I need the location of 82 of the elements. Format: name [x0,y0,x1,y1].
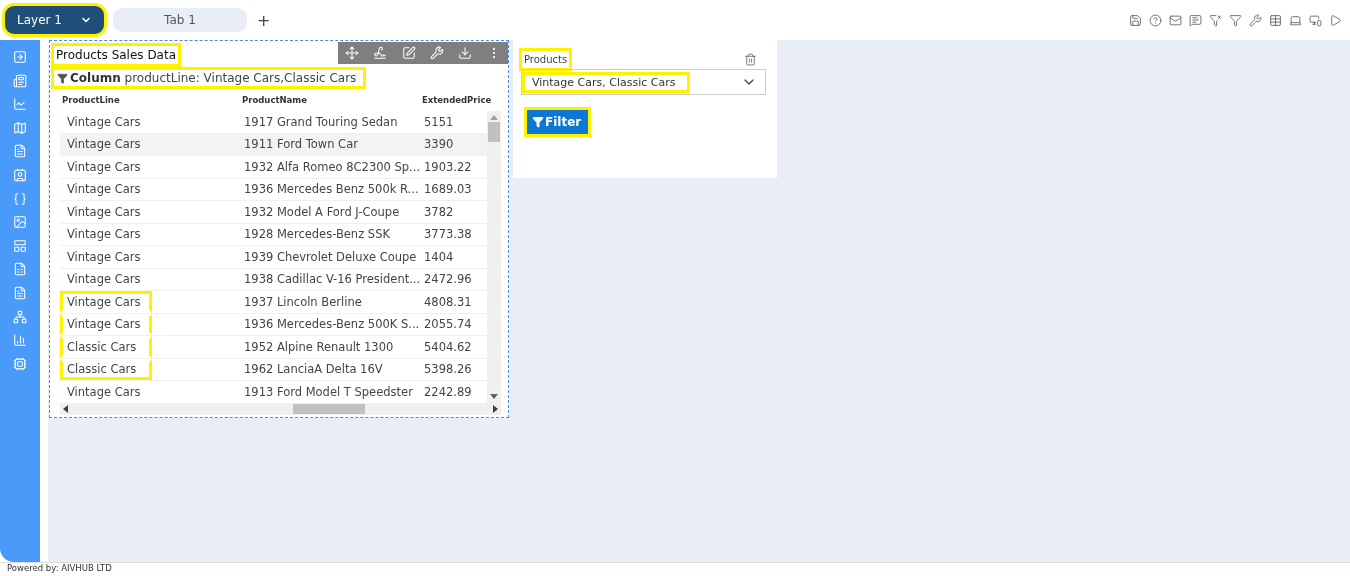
table-cell-text: Vintage Cars [66,226,142,244]
table-cell-text: 1936 Mercedes-Benz 500K S... [243,317,420,332]
table-cell-text: 5151 [423,114,455,129]
table-cell-text: 1937 Lincoln Berline [243,294,363,309]
table-cell-text: 1404 [423,249,455,264]
tab[interactable]: Tab 1 [113,8,247,32]
table-cell-text: 4808.31 [423,294,473,309]
bar-chart-icon[interactable] [13,333,27,348]
layer-tab[interactable]: Layer 1 [4,5,105,35]
table-cell-text: 1917 Grand Touring Sedan [243,114,399,129]
filter-summary: Column productLine: Vintage Cars,Classic Cars [53,69,365,87]
table-cell-text: 1928 Mercedes-Benz SSK [243,227,391,242]
comment-icon[interactable] [1189,13,1202,27]
move-icon[interactable] [345,46,360,60]
table-cell-text: Vintage Cars [66,113,142,131]
clear-filter-icon[interactable] [1209,13,1222,27]
table-cell-text: 1952 Alpine Renault 1300 [243,339,395,354]
image-icon[interactable] [13,215,27,230]
vertical-scrollbar[interactable] [487,111,501,403]
filter-button[interactable]: Filter [524,107,592,137]
table-cell-text: 2472.96 [423,272,473,287]
hierarchy-icon[interactable] [13,309,27,324]
column-header[interactable]: ProductName [240,95,420,105]
chip-icon[interactable] [13,356,27,371]
document-icon[interactable] [13,285,27,300]
table-cell-text: 3773.38 [423,227,473,242]
save-icon[interactable] [1129,13,1142,27]
table-cell-text: 1932 Alfa Romeo 8C2300 Sp... [243,159,420,174]
table-cell-text: Vintage Cars [66,248,142,266]
squiggle-icon[interactable] [373,46,388,60]
filter-icon [532,116,544,128]
wrench-icon[interactable] [1249,13,1262,27]
help-icon[interactable] [1149,13,1162,27]
layout-icon[interactable] [13,238,27,253]
laptop-icon[interactable] [1289,13,1302,27]
table-cell-text: 3782 [423,204,455,219]
table-cell-text: Vintage Cars [66,181,142,199]
filter-icon [57,72,68,84]
table-icon[interactable] [1269,13,1282,27]
table-cell-text: 1962 LanciaA Delta 16V [243,362,384,377]
arrow-square-icon[interactable] [13,50,27,64]
map-icon[interactable] [13,120,27,135]
table-cell-text: 5398.26 [423,362,473,377]
table-cell-text: 1938 Cadillac V-16 President... [243,272,420,287]
download-icon[interactable] [458,46,473,60]
table-cell-text: 1903.22 [423,159,473,174]
field-label: Products [521,50,571,69]
footer-text: Powered by: AIVHUB LTD [0,562,1350,576]
table-cell-text: 1932 Model A Ford J-Coupe [243,204,401,219]
widget-title: Products Sales Data [53,45,180,65]
newspaper-icon[interactable] [13,73,27,88]
add-tab-button[interactable]: + [255,10,273,30]
edit-icon[interactable] [401,46,416,60]
table-cell-text: Vintage Cars [66,203,142,221]
table-cell-text: Vintage Cars [66,383,142,401]
table-cell-text: 5404.62 [423,339,473,354]
line-chart-icon[interactable] [13,97,27,112]
table-cell-text: 1939 Chevrolet Deluxe Coupe [243,249,418,264]
column-header[interactable]: ExtendedPrice [420,95,496,105]
contact-card-icon[interactable] [13,167,27,182]
table-cell-text: Vintage Cars [66,136,142,154]
devices-icon[interactable] [1309,13,1322,27]
document-icon[interactable] [13,144,27,159]
table-cell-text: Vintage Cars [66,158,142,176]
table-cell-text: 2242.89 [423,384,473,399]
horizontal-scrollbar[interactable] [60,403,501,415]
play-icon[interactable] [1329,13,1342,27]
spreadsheet-icon[interactable] [13,262,27,277]
braces-icon[interactable] [13,191,27,206]
table-cell-text: 1689.03 [423,182,473,197]
table-cell-text: 1913 Ford Model T Speedster [243,384,414,399]
table-cell-text: 1936 Mercedes Benz 500k R... [243,182,420,197]
select-value: Vintage Cars, Classic Cars [524,73,688,91]
table-cell-text: 3390 [423,137,455,152]
column-header[interactable]: ProductLine [60,95,240,105]
mail-icon[interactable] [1169,13,1182,27]
table-cell-text: Vintage Cars [66,271,142,289]
filter-icon[interactable] [1229,13,1242,27]
table-cell-text: 2055.74 [423,317,473,332]
products-select[interactable]: Vintage Cars, Classic Cars [521,69,766,95]
trash-icon[interactable] [744,53,757,66]
table-cell-text: 1911 Ford Town Car [243,137,359,152]
